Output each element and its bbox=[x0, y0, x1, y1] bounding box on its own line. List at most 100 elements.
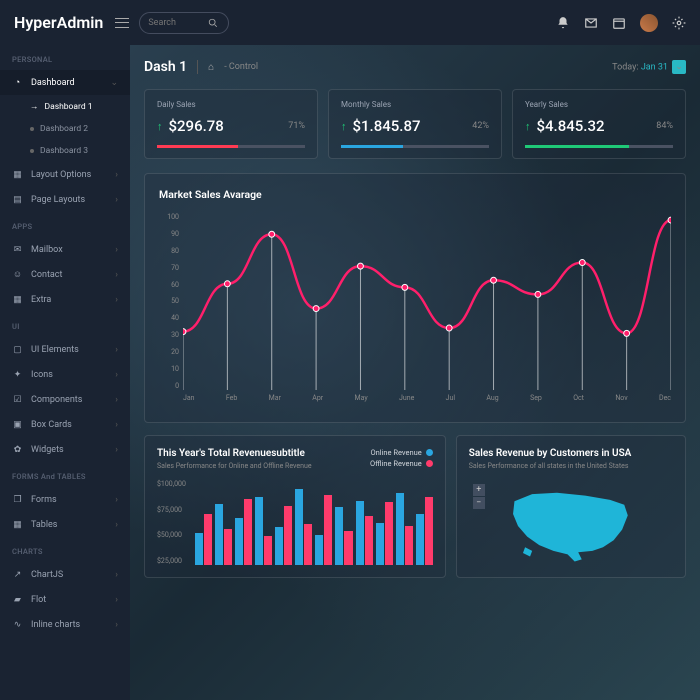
kpi-card-2: Yearly Sales ↑ $4.845.32 84% bbox=[512, 89, 686, 159]
bar-group bbox=[195, 480, 212, 565]
section-personal: PERSONAL bbox=[0, 45, 130, 70]
kpi-label: Yearly Sales bbox=[525, 100, 673, 109]
zoom-out-button[interactable]: − bbox=[473, 497, 485, 509]
nav-extra[interactable]: ▦Extra› bbox=[0, 287, 130, 312]
date-picker-button[interactable]: ⌄ bbox=[672, 60, 686, 74]
gear-icon[interactable] bbox=[672, 16, 686, 30]
zoom-in-button[interactable]: + bbox=[473, 484, 485, 496]
subnav-dashboard-3[interactable]: Dashboard 3 bbox=[0, 140, 130, 162]
nav-dashboard-label: Dashboard bbox=[31, 78, 75, 88]
kpi-value: $4.845.32 bbox=[537, 117, 651, 135]
nav-flot[interactable]: ▰Flot› bbox=[0, 587, 130, 612]
nav-widgets[interactable]: ✿Widgets› bbox=[0, 437, 130, 462]
bell-icon[interactable] bbox=[556, 16, 570, 30]
flot-icon: ▰ bbox=[12, 594, 23, 605]
home-icon[interactable]: ⌂ bbox=[208, 62, 214, 73]
bar-group bbox=[396, 480, 413, 565]
contact-icon: ☺ bbox=[12, 269, 23, 280]
search-box[interactable] bbox=[139, 12, 229, 34]
market-sales-chart: 1009080706050403020100 JanFebMarAprMayJu… bbox=[159, 213, 671, 408]
mailbox-icon: ✉ bbox=[12, 244, 23, 255]
bar-group bbox=[255, 480, 272, 565]
section-forms: FORMS And TABLES bbox=[0, 462, 130, 487]
bar-group bbox=[376, 480, 393, 565]
calendar-icon[interactable] bbox=[612, 16, 626, 30]
kpi-percent: 71% bbox=[288, 121, 305, 131]
elements-icon: ▢ bbox=[12, 344, 23, 355]
separator bbox=[197, 60, 198, 74]
nav-layout-options[interactable]: ▦Layout Options› bbox=[0, 162, 130, 187]
trend-up-icon: ↑ bbox=[341, 120, 347, 133]
mail-icon[interactable] bbox=[584, 16, 598, 30]
user-avatar[interactable] bbox=[640, 14, 658, 32]
chevron-right-icon: › bbox=[115, 170, 118, 180]
usa-subtitle: Sales Performance of all states in the U… bbox=[469, 462, 673, 470]
sidebar: PERSONAL ◔ Dashboard ⌄ →Dashboard 1 Dash… bbox=[0, 45, 130, 700]
cards-icon: ▣ bbox=[12, 419, 23, 430]
inline-chart-icon: ∿ bbox=[12, 619, 23, 630]
bullet-icon bbox=[30, 127, 34, 131]
chevron-right-icon: › bbox=[115, 245, 118, 255]
form-icon: ❐ bbox=[12, 494, 23, 505]
menu-toggle-icon[interactable] bbox=[115, 18, 129, 28]
kpi-percent: 84% bbox=[656, 121, 673, 131]
nav-dashboard[interactable]: ◔ Dashboard ⌄ bbox=[0, 70, 130, 95]
usa-map-card: Sales Revenue by Customers in USA Sales … bbox=[456, 435, 686, 578]
grid-icon: ▦ bbox=[12, 294, 23, 305]
bar-group bbox=[315, 480, 332, 565]
trend-up-icon: ↑ bbox=[525, 120, 531, 133]
icons-icon: ✦ bbox=[12, 369, 23, 380]
search-icon bbox=[208, 18, 218, 28]
nav-components[interactable]: ☑Components› bbox=[0, 387, 130, 412]
chevron-down-icon: ⌄ bbox=[110, 78, 118, 88]
bullet-icon bbox=[30, 149, 34, 153]
subnav-dashboard-1[interactable]: →Dashboard 1 bbox=[0, 95, 130, 118]
nav-contact[interactable]: ☺Contact› bbox=[0, 262, 130, 287]
chevron-right-icon: › bbox=[115, 345, 118, 355]
search-input[interactable] bbox=[148, 18, 208, 28]
nav-forms[interactable]: ❐Forms› bbox=[0, 487, 130, 512]
breadcrumb: - Control bbox=[224, 62, 258, 72]
chevron-right-icon: › bbox=[115, 395, 118, 405]
bar-group bbox=[215, 480, 232, 565]
market-sales-title: Market Sales Avarage bbox=[159, 188, 671, 201]
revenue-chart: $100,000$75,000$50,000$25,000 bbox=[157, 480, 433, 565]
kpi-percent: 42% bbox=[472, 121, 489, 131]
usa-map[interactable]: + − bbox=[469, 480, 673, 565]
layout-icon: ▦ bbox=[12, 169, 23, 180]
kpi-label: Daily Sales bbox=[157, 100, 305, 109]
usa-title: Sales Revenue by Customers in USA bbox=[469, 448, 673, 459]
nav-mailbox[interactable]: ✉Mailbox› bbox=[0, 237, 130, 262]
brand-logo[interactable]: HyperAdmin bbox=[14, 13, 103, 32]
nav-icons[interactable]: ✦Icons› bbox=[0, 362, 130, 387]
table-icon: ▦ bbox=[12, 519, 23, 530]
revenue-card: This Year's Total Revenuesubtitle Sales … bbox=[144, 435, 446, 578]
nav-chartjs[interactable]: ↗ChartJS› bbox=[0, 562, 130, 587]
pages-icon: ▤ bbox=[12, 194, 23, 205]
chevron-right-icon: › bbox=[115, 270, 118, 280]
components-icon: ☑ bbox=[12, 394, 23, 405]
nav-ui-elements[interactable]: ▢UI Elements› bbox=[0, 337, 130, 362]
chevron-right-icon: › bbox=[115, 370, 118, 380]
chevron-right-icon: › bbox=[115, 195, 118, 205]
section-charts: CHARTS bbox=[0, 537, 130, 562]
trend-up-icon: ↑ bbox=[157, 120, 163, 133]
chevron-right-icon: › bbox=[115, 420, 118, 430]
nav-box-cards[interactable]: ▣Box Cards› bbox=[0, 412, 130, 437]
subnav-dashboard-2[interactable]: Dashboard 2 bbox=[0, 118, 130, 140]
page-title: Dash 1 bbox=[144, 59, 187, 75]
bar-group bbox=[295, 480, 312, 565]
nav-page-layouts[interactable]: ▤Page Layouts› bbox=[0, 187, 130, 212]
market-sales-card: Market Sales Avarage 1009080706050403020… bbox=[144, 173, 686, 423]
bar-group bbox=[356, 480, 373, 565]
kpi-value: $1.845.87 bbox=[353, 117, 467, 135]
section-ui: UI bbox=[0, 312, 130, 337]
kpi-card-0: Daily Sales ↑ $296.78 71% bbox=[144, 89, 318, 159]
nav-inline-charts[interactable]: ∿Inline charts› bbox=[0, 612, 130, 637]
chevron-right-icon: › bbox=[115, 620, 118, 630]
chevron-right-icon: › bbox=[115, 295, 118, 305]
bar-group bbox=[275, 480, 292, 565]
arrow-right-icon: → bbox=[30, 101, 39, 112]
nav-tables[interactable]: ▦Tables› bbox=[0, 512, 130, 537]
dashboard-icon: ◔ bbox=[12, 77, 23, 88]
